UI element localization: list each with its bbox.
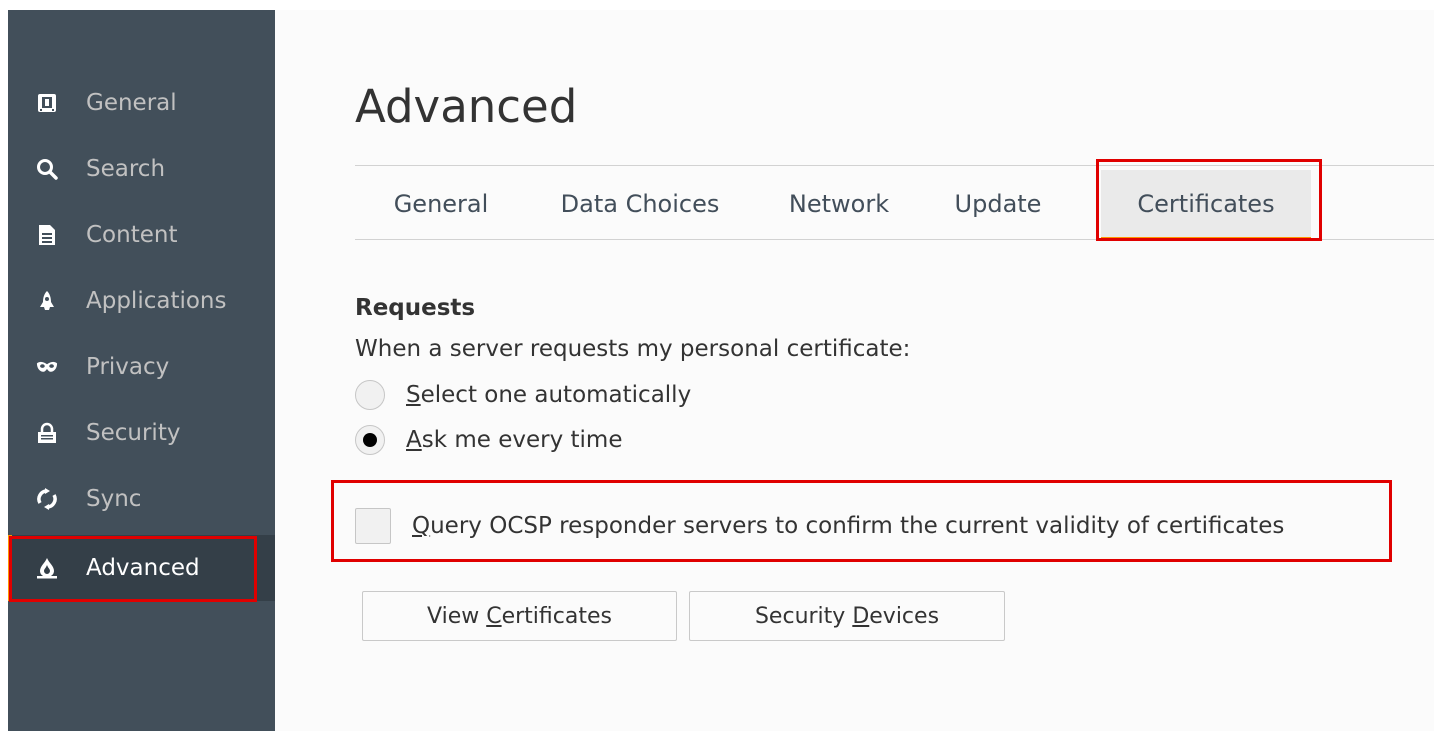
requests-description: When a server requests my personal certi…	[355, 336, 911, 362]
advanced-icon	[36, 557, 58, 579]
sidebar-item-content[interactable]: Content	[8, 202, 275, 268]
tabs-divider-top	[355, 165, 1434, 166]
sidebar-item-advanced[interactable]: Advanced	[8, 535, 275, 601]
btn-text-before: Security	[754, 603, 853, 629]
main-pane: Advanced General Data Choices Network Up…	[275, 10, 1434, 731]
checkbox-query-ocsp[interactable]: Query OCSP responder servers to confirm …	[355, 506, 1284, 546]
sidebar: General Search Content Applications Priv…	[8, 10, 275, 731]
btn-text-before: View	[427, 603, 487, 629]
search-icon	[36, 158, 58, 180]
sidebar-item-label: General	[86, 90, 177, 116]
view-certificates-button[interactable]: View Certificates	[362, 591, 677, 641]
radio-select-automatically[interactable]: Select one automatically	[355, 378, 691, 412]
tabs-divider-bottom	[355, 239, 1434, 240]
radio-label-ask-every-time: Ask me every time	[406, 427, 622, 453]
checkbox-box[interactable]	[355, 508, 391, 544]
label-rest: elect one automatically	[420, 382, 692, 408]
sidebar-item-security[interactable]: Security	[8, 400, 275, 466]
sidebar-item-label: Search	[86, 156, 166, 182]
sidebar-item-label: Sync	[86, 486, 142, 512]
tab-update[interactable]: Update	[925, 170, 1071, 238]
accesskey: Q	[412, 513, 431, 539]
accesskey: S	[406, 382, 421, 408]
accesskey: C	[486, 603, 502, 629]
sidebar-item-applications[interactable]: Applications	[8, 268, 275, 334]
sidebar-item-label: Privacy	[86, 354, 170, 380]
sync-icon	[36, 488, 58, 510]
sidebar-item-search[interactable]: Search	[8, 136, 275, 202]
sidebar-item-general[interactable]: General	[8, 70, 275, 136]
tab-data-choices[interactable]: Data Choices	[527, 170, 753, 238]
sidebar-item-label: Content	[86, 222, 178, 248]
sidebar-item-sync[interactable]: Sync	[8, 466, 275, 532]
applications-icon	[36, 290, 58, 312]
accesskey: A	[406, 427, 422, 453]
page-title: Advanced	[355, 80, 578, 133]
radio-dot	[363, 433, 377, 447]
tab-network[interactable]: Network	[753, 170, 925, 238]
security-icon	[36, 422, 58, 444]
radio-button-checked[interactable]	[355, 425, 385, 455]
btn-text-after: ertificates	[501, 603, 612, 629]
radio-button-unchecked[interactable]	[355, 380, 385, 410]
content-icon	[36, 224, 58, 246]
tab-general[interactable]: General	[355, 170, 527, 238]
btn-text-after: evices	[869, 603, 940, 629]
sidebar-item-privacy[interactable]: Privacy	[8, 334, 275, 400]
tab-certificates[interactable]: Certificates	[1101, 170, 1311, 240]
checkbox-label-query-ocsp: Query OCSP responder servers to confirm …	[412, 513, 1284, 539]
sidebar-item-label: Advanced	[86, 555, 200, 581]
accesskey: D	[852, 603, 870, 629]
label-rest: uery OCSP responder servers to confirm t…	[430, 513, 1285, 539]
requests-heading: Requests	[355, 295, 476, 321]
general-icon	[36, 92, 58, 114]
sidebar-item-label: Applications	[86, 288, 227, 314]
sidebar-item-label: Security	[86, 420, 181, 446]
security-devices-button[interactable]: Security Devices	[689, 591, 1005, 641]
radio-label-select-automatically: Select one automatically	[406, 382, 691, 408]
privacy-icon	[36, 356, 58, 378]
radio-ask-every-time[interactable]: Ask me every time	[355, 423, 622, 457]
label-rest: sk me every time	[421, 427, 623, 453]
